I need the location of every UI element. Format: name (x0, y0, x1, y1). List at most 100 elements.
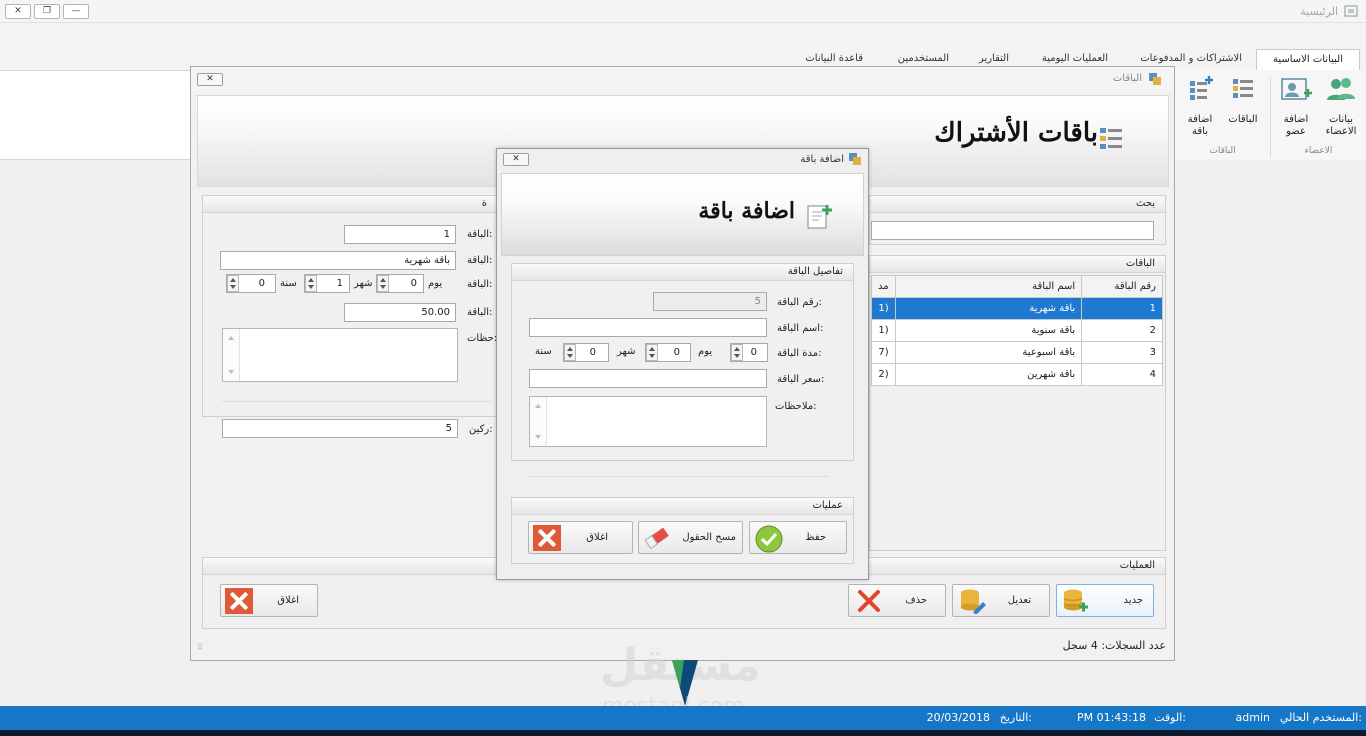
tab-database[interactable]: قاعدة البيانات (805, 53, 863, 64)
table-row[interactable]: 2 باقة سنوية (1 (871, 319, 1163, 342)
cell-number: 2 (1081, 319, 1163, 342)
dialog-clear-button[interactable]: مسح الحقول (638, 521, 743, 554)
add-member-icon (1281, 78, 1312, 100)
dialog-heading: اضافة باقة (698, 198, 795, 224)
add-member-button[interactable]: اضافة عضو (1278, 75, 1314, 138)
dialog-month-spinner-arrows[interactable] (646, 344, 658, 361)
dialog-close-button[interactable]: ✕ (503, 153, 529, 166)
month-spinner-arrows[interactable] (305, 275, 317, 292)
col-header-duration[interactable]: مد (871, 275, 896, 298)
cell-name: باقة شهرين (894, 363, 1083, 386)
table-row[interactable]: 1 باقة شهرية (1 (871, 297, 1163, 320)
dialog-window-icon (849, 153, 861, 165)
day-spinner[interactable]: 0 (376, 274, 424, 293)
dialog-save-button[interactable]: حفظ (749, 521, 847, 554)
members-data-button[interactable]: بيانات الاعضاء (1321, 75, 1361, 138)
tab-reports[interactable]: التقارير (979, 53, 1009, 64)
day-spinner-arrows[interactable] (377, 275, 389, 292)
tab-daily-operations[interactable]: العمليات اليومية (1042, 53, 1108, 64)
tab-basic-data[interactable]: البيانات الاساسية (1256, 49, 1360, 71)
dialog-operations-header: عمليات (512, 498, 853, 515)
dialog-close-action-label: اغلاق (586, 532, 608, 543)
package-name-label: الباقة: (467, 255, 493, 266)
package-price-field[interactable]: 50.00 (344, 303, 456, 322)
cell-number: 4 (1081, 363, 1163, 386)
package-name-field[interactable]: باقة شهرية (220, 251, 456, 270)
close-icon (533, 525, 561, 551)
dialog-duration-label: مدة الباقة: (777, 348, 822, 359)
cell-name: باقة اسبوعية (894, 341, 1083, 364)
dialog-month-value: 0 (673, 347, 680, 358)
year-spinner[interactable]: 0 (226, 274, 276, 293)
package-price-label: الباقة: (467, 307, 493, 318)
close-window-button[interactable]: ✕ (5, 4, 31, 19)
grid-header-row: رقم الباقة اسم الباقة مد (871, 275, 1163, 298)
dialog-package-number-label: رقم الباقة: (777, 297, 822, 308)
dialog-day-spinner[interactable]: 0 (730, 343, 768, 362)
add-package-button[interactable]: اضافة باقة (1182, 75, 1218, 138)
packages-label: الباقات (1228, 114, 1258, 125)
close-icon (225, 588, 253, 614)
dialog-header: اضافة باقة (501, 173, 864, 256)
dialog-month-spinner[interactable]: 0 (645, 343, 691, 362)
cell-duration: (1 (871, 297, 896, 320)
window-titlebar: ✕ ❐ — الرئيسية (0, 0, 1366, 23)
dialog-notes-field[interactable] (529, 396, 767, 447)
records-count-label: عدد السجلات: (1101, 639, 1166, 652)
dialog-day-spinner-arrows[interactable] (731, 344, 743, 361)
cell-name: باقة شهرية (894, 297, 1083, 320)
search-input[interactable] (871, 221, 1154, 240)
packages-list-icon (1100, 128, 1122, 149)
dialog-clear-label: مسح الحقول (682, 532, 736, 543)
search-panel-title: بحث (1135, 198, 1155, 209)
edit-button[interactable]: تعديل (952, 584, 1050, 617)
notes-field[interactable] (222, 328, 458, 382)
year-label: سنة (280, 278, 297, 289)
dialog-notes-label: ملاحظات: (775, 401, 817, 412)
add-member-label: اضافة عضو (1283, 114, 1309, 137)
time-value: PM 01:43:18 (1076, 711, 1146, 724)
dialog-package-name-field[interactable] (529, 318, 767, 337)
restore-window-button[interactable]: ❐ (34, 4, 60, 19)
divider (529, 476, 829, 477)
month-spinner[interactable]: 1 (304, 274, 350, 293)
dialog-details-header: تفاصيل الباقة (512, 264, 853, 281)
dialog-package-price-label: سعر الباقة: (777, 374, 825, 385)
table-row[interactable]: 3 باقة اسبوعية (7 (871, 341, 1163, 364)
month-spinner-value: 1 (336, 278, 343, 289)
edit-button-label: تعديل (1007, 595, 1031, 606)
package-details-title: ة (481, 198, 487, 209)
dialog-year-label: سنة (535, 346, 552, 357)
members-icon (1327, 78, 1355, 100)
packages-list-icon (1233, 79, 1253, 98)
package-number-field[interactable]: 1 (344, 225, 456, 244)
dialog-package-price-field[interactable] (529, 369, 767, 388)
dialog-notes-scrollbar[interactable] (530, 397, 547, 446)
packages-window-close-button[interactable]: ✕ (197, 73, 223, 86)
notes-scrollbar[interactable] (223, 329, 240, 381)
dialog-year-spinner[interactable]: 0 (563, 343, 609, 362)
tab-users[interactable]: المستخدمين (898, 53, 949, 64)
col-header-number[interactable]: رقم الباقة (1081, 275, 1163, 298)
resize-grip-icon[interactable]: ⠿ (197, 643, 203, 652)
delete-button[interactable]: حذف (848, 584, 946, 617)
packages-button[interactable]: الباقات (1225, 75, 1261, 126)
year-spinner-arrows[interactable] (227, 275, 239, 292)
dialog-year-spinner-arrows[interactable] (564, 344, 576, 361)
minimize-window-button[interactable]: — (63, 4, 89, 19)
new-button[interactable]: جديد (1056, 584, 1154, 617)
dialog-save-label: حفظ (805, 532, 826, 543)
delete-button-label: حذف (905, 595, 927, 606)
ribbon-groups: بيانات الاعضاء اضافة عضو الباقات اضافة ب… (1175, 70, 1366, 160)
col-header-name[interactable]: اسم الباقة (894, 275, 1083, 298)
cell-duration: (1 (871, 319, 896, 342)
tab-subscriptions[interactable]: الاشتراكات و المدفوعات (1140, 53, 1242, 64)
search-panel-header: بحث (870, 196, 1165, 213)
close-button[interactable]: اغلاق (220, 584, 318, 617)
dialog-close-action-button[interactable]: اغلاق (528, 521, 633, 554)
subscribers-count-label: ركين: (469, 424, 493, 435)
group-label-members: الاعضاء (1304, 146, 1333, 156)
records-count-value: 4 سجل (1062, 639, 1098, 652)
packages-grid-panel-header: الباقات (870, 256, 1165, 273)
table-row[interactable]: 4 باقة شهرين (2 (871, 363, 1163, 386)
